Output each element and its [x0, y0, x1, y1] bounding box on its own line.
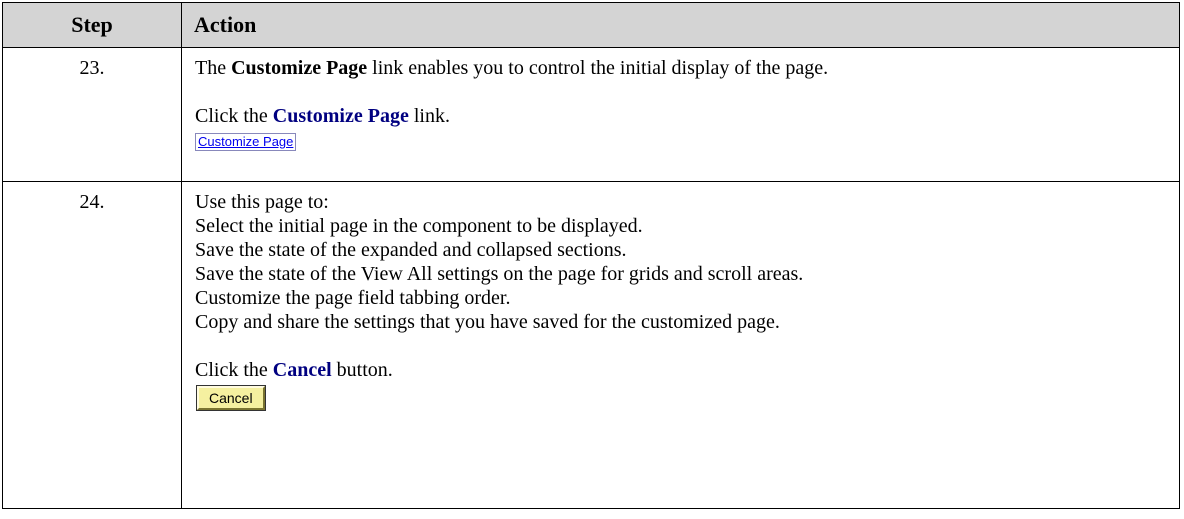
customize-page-link[interactable]: Customize Page — [195, 133, 297, 151]
instruction-line: Copy and share the settings that you hav… — [195, 311, 780, 333]
text-segment: button. — [331, 359, 393, 381]
action-cell: Use this page to: Select the initial pag… — [181, 181, 1180, 509]
text-segment: Click the — [195, 359, 273, 381]
header-row: Step Action — [2, 2, 1180, 48]
header-action: Action — [181, 2, 1180, 48]
instruction-line: Select the initial page in the component… — [195, 215, 643, 237]
cancel-button[interactable]: Cancel — [196, 385, 266, 411]
step-number: 24. — [2, 181, 182, 509]
header-step: Step — [2, 2, 182, 48]
bold-term: Customize Page — [272, 105, 409, 127]
table-row: 24. Use this page to: Select the initial… — [2, 181, 1180, 509]
instruction-line: Save the state of the View All settings … — [195, 263, 804, 285]
bold-term: Cancel — [272, 359, 332, 381]
instruction-line: Use this page to: — [195, 191, 329, 213]
table-row: 23. The Customize Page link enables you … — [2, 47, 1180, 182]
step-number: 23. — [2, 47, 182, 182]
instruction-line: Customize the page field tabbing order. — [195, 287, 511, 309]
text-segment: link enables you to control the initial … — [367, 57, 829, 79]
instruction-text: The Customize Page link enables you to c… — [195, 56, 1167, 80]
instruction-line: Save the state of the expanded and colla… — [195, 239, 627, 261]
text-segment: link. — [408, 105, 450, 127]
action-cell: The Customize Page link enables you to c… — [181, 47, 1180, 182]
text-segment: The — [195, 57, 232, 79]
click-instruction: Click the Customize Page link. — [195, 104, 1167, 128]
text-segment: Click the — [195, 105, 273, 127]
steps-table: Step Action 23. The Customize Page link … — [2, 2, 1180, 509]
bold-term: Customize Page — [231, 57, 368, 79]
click-instruction: Click the Cancel button. — [195, 358, 1167, 382]
